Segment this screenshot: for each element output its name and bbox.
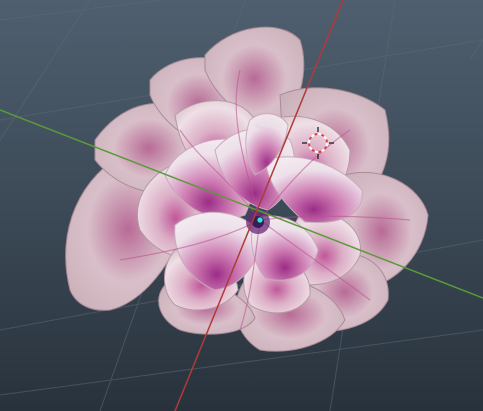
flower-mesh[interactable]: [65, 26, 429, 352]
object-origin-point[interactable]: [256, 216, 264, 224]
viewport-canvas[interactable]: [0, 0, 483, 411]
3d-viewport[interactable]: [0, 0, 483, 411]
